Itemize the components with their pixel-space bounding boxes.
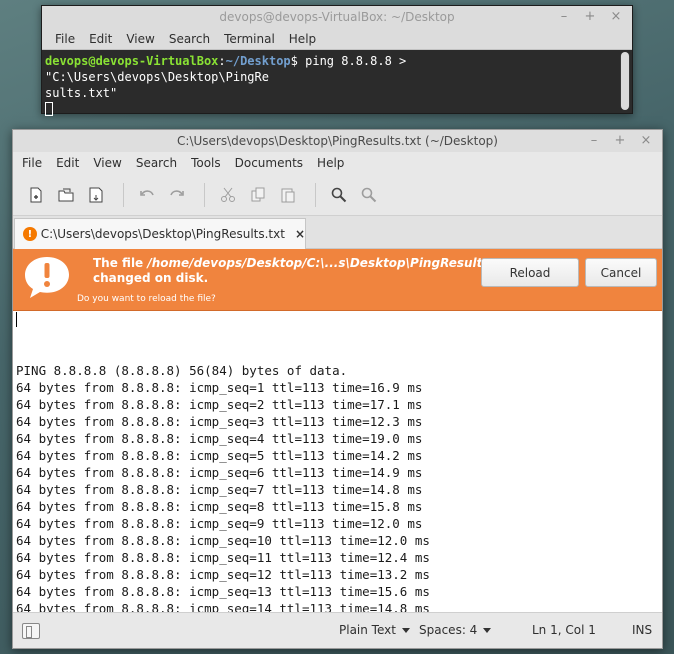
- open-folder-icon[interactable]: [53, 182, 79, 208]
- terminal-scrollbar[interactable]: [620, 52, 630, 110]
- editor-menu-view[interactable]: View: [86, 156, 128, 170]
- prompt-user: devops@devops-VirtualBox: [45, 54, 219, 68]
- terminal-line-1: devops@devops-VirtualBox:~/Desktop$ ping…: [45, 53, 632, 85]
- terminal-line-3: [45, 101, 632, 117]
- cursor-position-label: Ln 1, Col 1: [532, 623, 596, 637]
- text-line: 64 bytes from 8.8.8.8: icmp_seq=3 ttl=11…: [16, 414, 423, 429]
- editor-window: C:\Users\devops\Desktop\PingResults.txt …: [12, 129, 663, 649]
- terminal-menubar: File Edit View Search Terminal Help: [42, 28, 632, 50]
- command-text-2: sults.txt": [45, 86, 118, 100]
- text-line: 64 bytes from 8.8.8.8: icmp_seq=4 ttl=11…: [16, 431, 423, 446]
- editor-menu-tools[interactable]: Tools: [184, 156, 228, 170]
- close-icon[interactable]: ×: [608, 8, 624, 24]
- prompt-path: ~/Desktop: [225, 54, 291, 68]
- terminal-window-controls: – + ×: [556, 8, 624, 24]
- terminal-line-2: sults.txt": [45, 85, 632, 101]
- maximize-icon[interactable]: +: [612, 132, 628, 148]
- text-line: 64 bytes from 8.8.8.8: icmp_seq=11 ttl=1…: [16, 550, 430, 565]
- tab-width-selector[interactable]: Spaces: 4: [419, 623, 492, 637]
- reload-button[interactable]: Reload: [481, 258, 579, 287]
- terminal-scrollbar-thumb[interactable]: [621, 52, 629, 110]
- editor-statusbar: Plain Text Spaces: 4 Ln 1, Col 1 INS: [13, 612, 662, 648]
- close-icon[interactable]: ×: [638, 132, 654, 148]
- new-document-icon[interactable]: [23, 182, 49, 208]
- side-panel-toggle-icon[interactable]: [22, 623, 40, 639]
- text-line: 64 bytes from 8.8.8.8: icmp_seq=6 ttl=11…: [16, 465, 423, 480]
- insert-mode-label: INS: [632, 623, 653, 637]
- document-tab-label: C:\Users\devops\Desktop\PingResults.txt: [40, 227, 285, 241]
- text-line: 64 bytes from 8.8.8.8: icmp_seq=14 ttl=1…: [16, 601, 430, 612]
- editor-window-controls: – + ×: [586, 132, 654, 148]
- toolbar-separator: [204, 182, 205, 207]
- chevron-down-icon: [483, 627, 492, 633]
- terminal-output[interactable]: devops@devops-VirtualBox:~/Desktop$ ping…: [42, 50, 632, 116]
- warning-icon: !: [23, 227, 37, 241]
- text-line: 64 bytes from 8.8.8.8: icmp_seq=9 ttl=11…: [16, 516, 423, 531]
- infobar-msg-path: /home/devops/Desktop/C:\...s\Desktop\Pin…: [147, 256, 514, 270]
- text-line: PING 8.8.8.8 (8.8.8.8) 56(84) bytes of d…: [16, 363, 348, 378]
- editor-menu-file[interactable]: File: [15, 156, 49, 170]
- redo-icon[interactable]: [164, 182, 190, 208]
- editor-text-area[interactable]: PING 8.8.8.8 (8.8.8.8) 56(84) bytes of d…: [13, 311, 662, 612]
- search-replace-icon[interactable]: [356, 182, 382, 208]
- minimize-icon[interactable]: –: [556, 8, 572, 24]
- copy-icon[interactable]: [245, 182, 271, 208]
- paste-icon[interactable]: [275, 182, 301, 208]
- speech-bubble-warning-icon: [22, 255, 72, 304]
- terminal-cursor: [45, 102, 53, 116]
- infobar-message: The file /home/devops/Desktop/C:\...s\De…: [93, 256, 513, 286]
- terminal-menu-edit[interactable]: Edit: [82, 32, 119, 46]
- maximize-icon[interactable]: +: [582, 8, 598, 24]
- toolbar-separator: [315, 182, 316, 207]
- cancel-button[interactable]: Cancel: [585, 258, 657, 287]
- prompt-separator: :: [218, 54, 226, 68]
- text-line: 64 bytes from 8.8.8.8: icmp_seq=5 ttl=11…: [16, 448, 423, 463]
- toolbar-separator: [123, 182, 124, 207]
- text-line: 64 bytes from 8.8.8.8: icmp_seq=8 ttl=11…: [16, 499, 423, 514]
- editor-toolbar: [13, 174, 662, 216]
- infobar-question: Do you want to reload the file?: [77, 294, 216, 304]
- tab-close-icon[interactable]: ×: [295, 227, 305, 241]
- editor-title: C:\Users\devops\Desktop\PingResults.txt …: [177, 134, 498, 148]
- minimize-icon[interactable]: –: [586, 132, 602, 148]
- save-icon[interactable]: [83, 182, 109, 208]
- terminal-window: devops@devops-VirtualBox: ~/Desktop – + …: [41, 5, 633, 116]
- text-line: 64 bytes from 8.8.8.8: icmp_seq=12 ttl=1…: [16, 567, 430, 582]
- editor-titlebar[interactable]: C:\Users\devops\Desktop\PingResults.txt …: [13, 130, 662, 152]
- editor-menu-documents[interactable]: Documents: [228, 156, 310, 170]
- editor-menu-help[interactable]: Help: [310, 156, 351, 170]
- terminal-menu-file[interactable]: File: [48, 32, 82, 46]
- chevron-down-icon: [401, 627, 410, 633]
- terminal-menu-help[interactable]: Help: [282, 32, 323, 46]
- infobar-msg-suffix: changed on disk.: [93, 271, 209, 285]
- editor-menubar: File Edit View Search Tools Documents He…: [13, 152, 662, 174]
- terminal-titlebar[interactable]: devops@devops-VirtualBox: ~/Desktop – + …: [42, 6, 632, 28]
- text-line: 64 bytes from 8.8.8.8: icmp_seq=10 ttl=1…: [16, 533, 430, 548]
- editor-menu-search[interactable]: Search: [129, 156, 184, 170]
- editor-menu-edit[interactable]: Edit: [49, 156, 86, 170]
- text-line: 64 bytes from 8.8.8.8: icmp_seq=13 ttl=1…: [16, 584, 430, 599]
- terminal-title: devops@devops-VirtualBox: ~/Desktop: [219, 10, 455, 24]
- infobar-msg-prefix: The file: [93, 256, 148, 270]
- terminal-menu-search[interactable]: Search: [162, 32, 217, 46]
- document-tab[interactable]: ! C:\Users\devops\Desktop\PingResults.tx…: [14, 218, 306, 249]
- text-line: 64 bytes from 8.8.8.8: icmp_seq=2 ttl=11…: [16, 397, 423, 412]
- editor-tabbar: ! C:\Users\devops\Desktop\PingResults.tx…: [13, 216, 662, 249]
- cursor-position: Ln 1, Col 1: [532, 623, 596, 637]
- text-line: 64 bytes from 8.8.8.8: icmp_seq=1 ttl=11…: [16, 380, 423, 395]
- text-cursor: [16, 312, 17, 327]
- cut-icon[interactable]: [215, 182, 241, 208]
- language-selector[interactable]: Plain Text: [339, 623, 410, 637]
- language-label: Plain Text: [339, 623, 396, 637]
- terminal-menu-terminal[interactable]: Terminal: [217, 32, 282, 46]
- terminal-menu-view[interactable]: View: [119, 32, 161, 46]
- insert-mode: INS: [632, 623, 652, 637]
- file-changed-infobar: The file /home/devops/Desktop/C:\...s\De…: [13, 249, 662, 311]
- text-line: 64 bytes from 8.8.8.8: icmp_seq=7 ttl=11…: [16, 482, 423, 497]
- undo-icon[interactable]: [134, 182, 160, 208]
- search-icon[interactable]: [326, 182, 352, 208]
- tab-width-label: Spaces: 4: [419, 623, 478, 637]
- prompt-dollar: $: [290, 54, 298, 68]
